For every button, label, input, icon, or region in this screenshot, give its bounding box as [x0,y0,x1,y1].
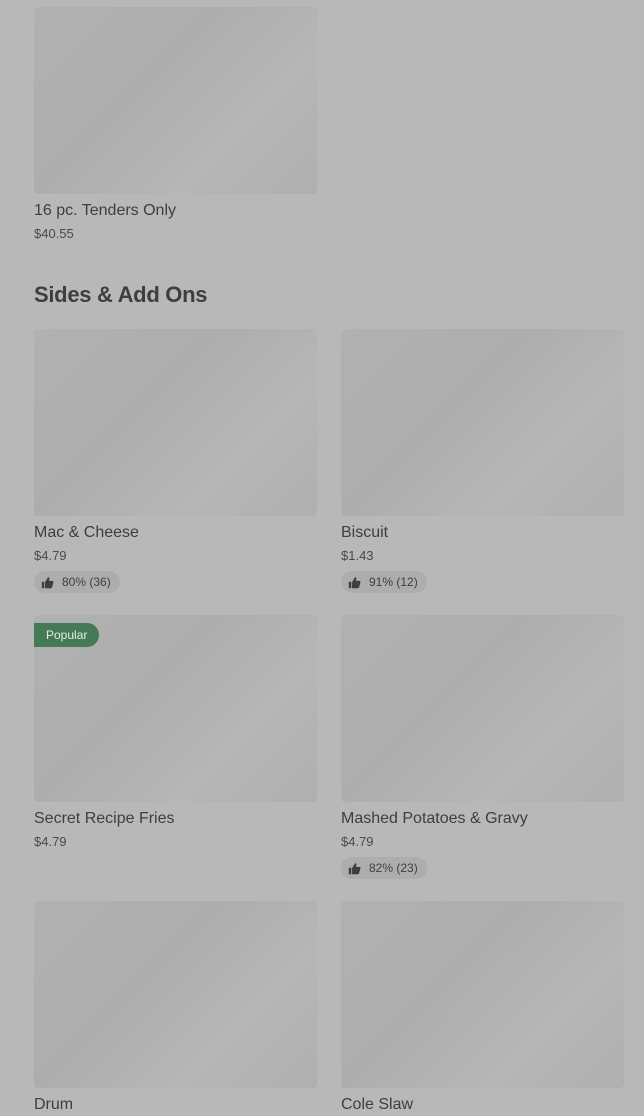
menu-item-card-16pc-tenders[interactable]: 16 pc. Tenders Only $40.55 [34,7,317,244]
menu-item-card-cole-slaw[interactable]: Cole Slaw [341,901,624,1116]
item-image [341,615,624,802]
thumbs-up-icon [348,862,361,875]
item-price: $40.55 [34,226,74,241]
item-price: $4.79 [34,548,67,563]
item-price: $4.79 [341,834,374,849]
item-image: Popular [34,615,317,802]
item-name: Biscuit [341,524,389,541]
item-image [34,329,317,516]
item-name: Drum [34,1096,74,1113]
rating-text: 80% (36) [62,575,111,589]
item-name: Secret Recipe Fries [34,810,175,827]
item-name: Mac & Cheese [34,524,139,541]
item-price: $1.43 [341,548,374,563]
menu-item-card-drum[interactable]: Drum [34,901,317,1116]
rating-text: 82% (23) [369,861,418,875]
rating-badge: 82% (23) [341,857,427,879]
item-name: Mashed Potatoes & Gravy [341,810,528,827]
menu-item-card-secret-recipe-fries[interactable]: Popular Secret Recipe Fries $4.79 [34,615,317,852]
rating-text: 91% (12) [369,575,418,589]
popular-badge: Popular [34,623,100,647]
item-image [34,7,317,194]
item-name: 16 pc. Tenders Only [34,202,177,219]
item-image [34,901,317,1088]
item-image [341,329,624,516]
rating-badge: 91% (12) [341,571,427,593]
rating-badge: 80% (36) [34,571,120,593]
menu-item-card-biscuit[interactable]: Biscuit $1.43 91% (12) [341,329,624,594]
section-title-sides: Sides & Add Ons [34,282,208,307]
item-name: Cole Slaw [341,1096,414,1113]
thumbs-up-icon [348,576,361,589]
item-price: $4.79 [34,834,67,849]
menu-item-card-mac-cheese[interactable]: Mac & Cheese $4.79 80% (36) [34,329,317,594]
item-image [341,901,624,1088]
thumbs-up-icon [41,576,54,589]
menu-item-card-mashed-potatoes[interactable]: Mashed Potatoes & Gravy $4.79 82% (23) [341,615,624,880]
